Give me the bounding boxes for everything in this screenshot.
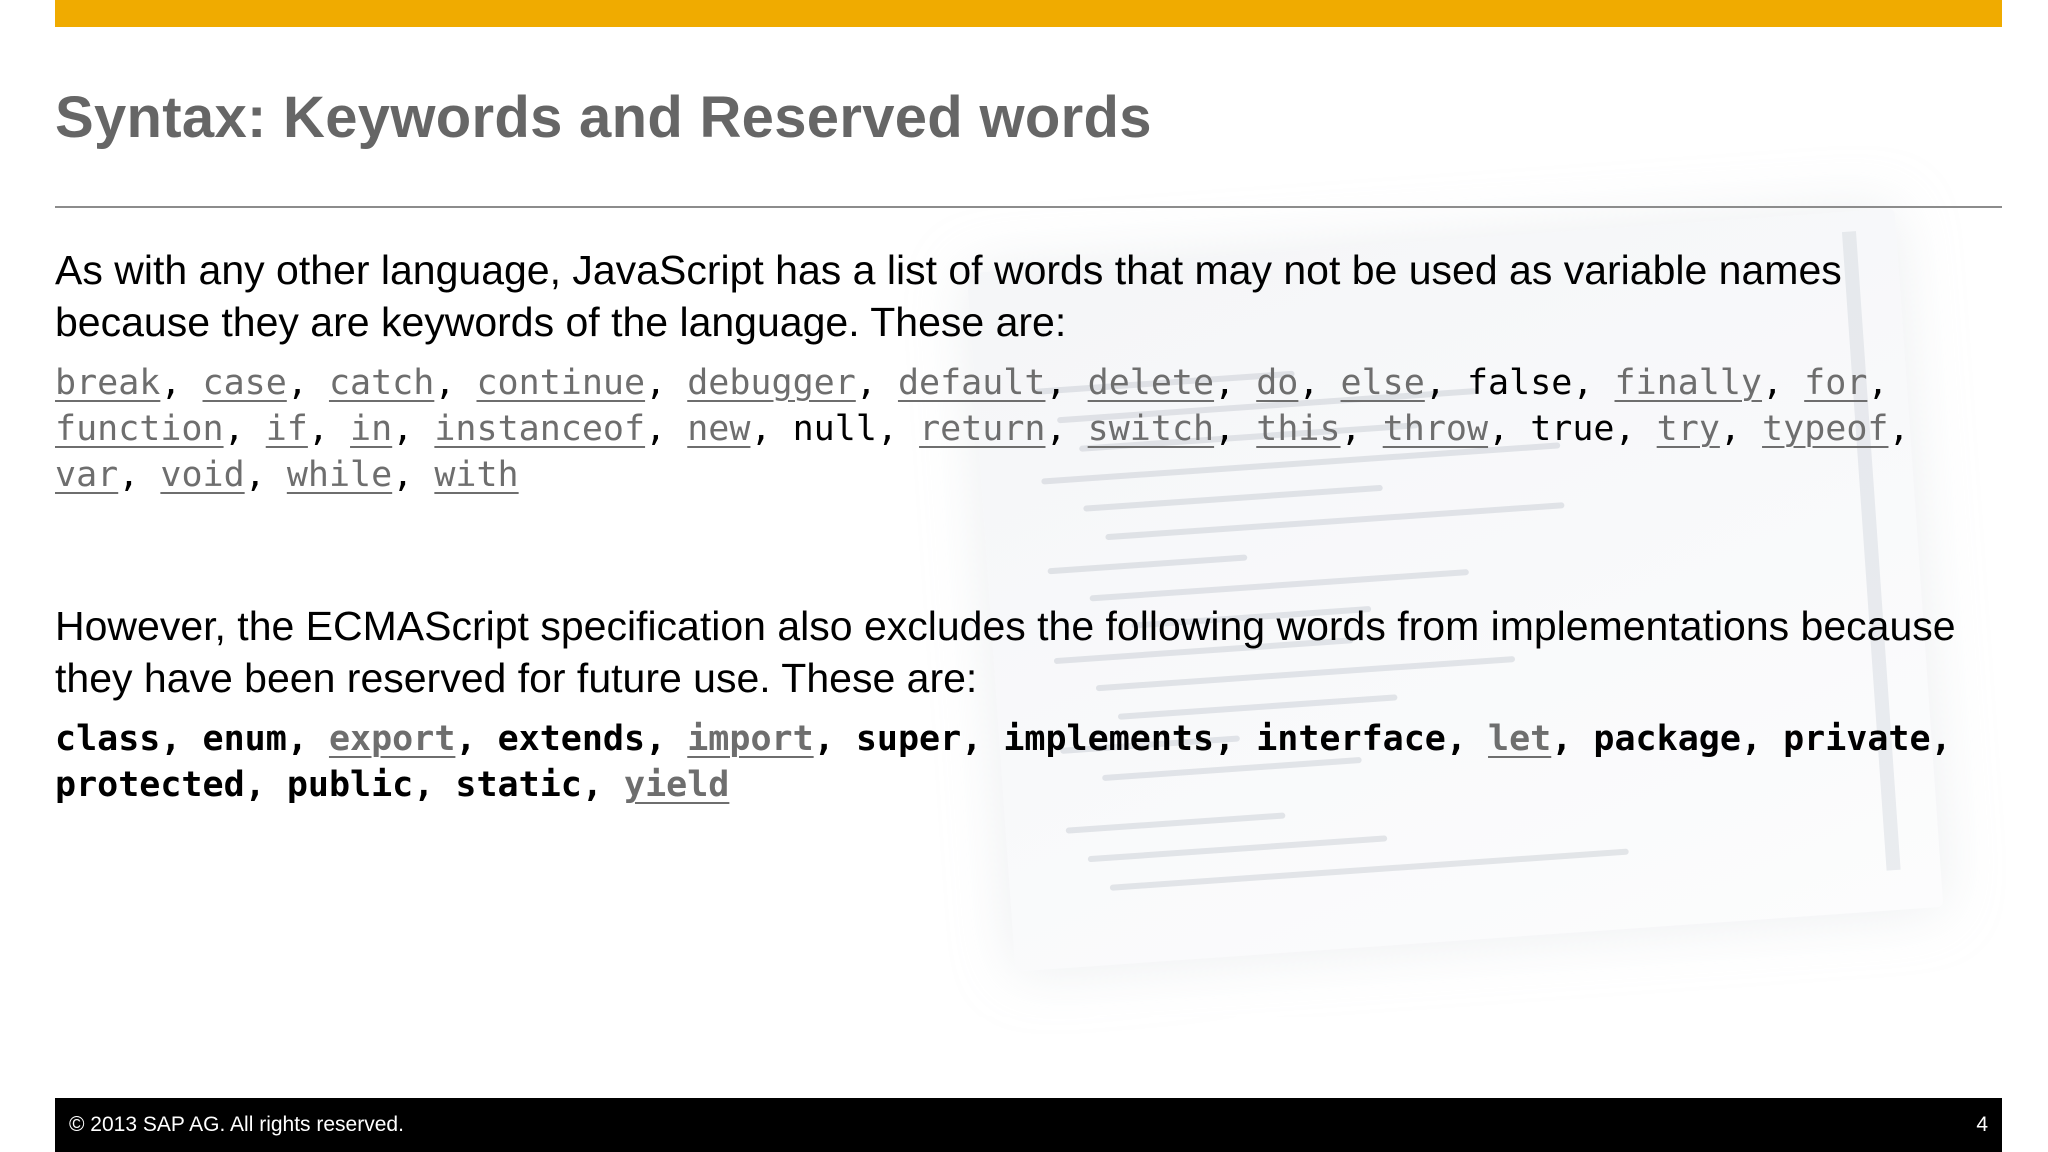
reserved-words-intro-text: However, the ECMAScript specification al… bbox=[55, 603, 1956, 701]
reserved-word-extends: extends bbox=[497, 719, 646, 759]
reserved-word-enum: enum bbox=[202, 719, 287, 759]
keyword-return[interactable]: return bbox=[919, 409, 1045, 449]
slide-footer: © 2013 SAP AG. All rights reserved. 4 bbox=[55, 1098, 2002, 1152]
copyright-text: © 2013 SAP AG. All rights reserved. bbox=[69, 1113, 404, 1136]
title-divider bbox=[55, 206, 2002, 208]
keyword-continue[interactable]: continue bbox=[476, 363, 645, 403]
keyword-delete[interactable]: delete bbox=[1088, 363, 1214, 403]
reserved-word-yield[interactable]: yield bbox=[624, 765, 729, 805]
keyword-catch[interactable]: catch bbox=[329, 363, 434, 403]
keyword-case[interactable]: case bbox=[203, 363, 287, 403]
keyword-break[interactable]: break bbox=[55, 363, 160, 403]
keyword-void[interactable]: void bbox=[160, 455, 244, 495]
keyword-function[interactable]: function bbox=[55, 409, 224, 449]
keyword-do[interactable]: do bbox=[1256, 363, 1298, 403]
keywords-list: break, case, catch, continue, debugger, … bbox=[55, 363, 1910, 495]
background-code-line bbox=[1089, 569, 1469, 602]
reserved-word-export[interactable]: export bbox=[329, 719, 455, 759]
reserved-words-list: class, enum, export, extends, import, su… bbox=[55, 719, 1952, 805]
reserved-word-import[interactable]: import bbox=[687, 719, 813, 759]
reserved-word-package: package bbox=[1593, 719, 1741, 759]
keyword-in[interactable]: in bbox=[350, 409, 392, 449]
reserved-word-static: static bbox=[455, 765, 582, 805]
reserved-word-super: super bbox=[855, 719, 962, 759]
keyword-this[interactable]: this bbox=[1256, 409, 1340, 449]
keyword-debugger[interactable]: debugger bbox=[687, 363, 856, 403]
keyword-instanceof[interactable]: instanceof bbox=[434, 409, 645, 449]
top-accent-bar bbox=[55, 0, 2002, 27]
keyword-try[interactable]: try bbox=[1657, 409, 1720, 449]
keyword-default[interactable]: default bbox=[898, 363, 1046, 403]
background-code-line bbox=[1105, 502, 1565, 541]
reserved-word-private: private bbox=[1783, 719, 1931, 759]
reserved-word-let[interactable]: let bbox=[1488, 719, 1551, 759]
background-code-line bbox=[1065, 812, 1286, 834]
keyword-else[interactable]: else bbox=[1341, 363, 1425, 403]
keywords-intro-text: As with any other language, JavaScript h… bbox=[55, 247, 1842, 345]
reserved-word-class: class bbox=[55, 719, 161, 759]
keyword-while[interactable]: while bbox=[287, 455, 392, 495]
reserved-word-implements: implements bbox=[1003, 719, 1215, 759]
keyword-null: null bbox=[792, 409, 877, 449]
keyword-new[interactable]: new bbox=[687, 409, 750, 449]
keyword-var[interactable]: var bbox=[55, 455, 118, 495]
keyword-if[interactable]: if bbox=[266, 409, 308, 449]
reserved-word-protected: protected bbox=[55, 765, 245, 805]
reserved-word-public: public bbox=[286, 765, 414, 805]
keyword-switch[interactable]: switch bbox=[1088, 409, 1214, 449]
keyword-true: true bbox=[1530, 409, 1615, 449]
keyword-for[interactable]: for bbox=[1804, 363, 1867, 403]
slide-title: Syntax: Keywords and Reserved words bbox=[55, 85, 1152, 150]
reserved-word-interface: interface bbox=[1256, 719, 1446, 759]
keyword-throw[interactable]: throw bbox=[1383, 409, 1488, 449]
keyword-with[interactable]: with bbox=[434, 455, 518, 495]
keyword-finally[interactable]: finally bbox=[1615, 363, 1763, 403]
keyword-false: false bbox=[1466, 363, 1573, 403]
background-code-line bbox=[1047, 554, 1248, 575]
page-number: 4 bbox=[1976, 1113, 1988, 1136]
keyword-typeof[interactable]: typeof bbox=[1762, 409, 1888, 449]
background-code-line bbox=[1087, 835, 1388, 863]
